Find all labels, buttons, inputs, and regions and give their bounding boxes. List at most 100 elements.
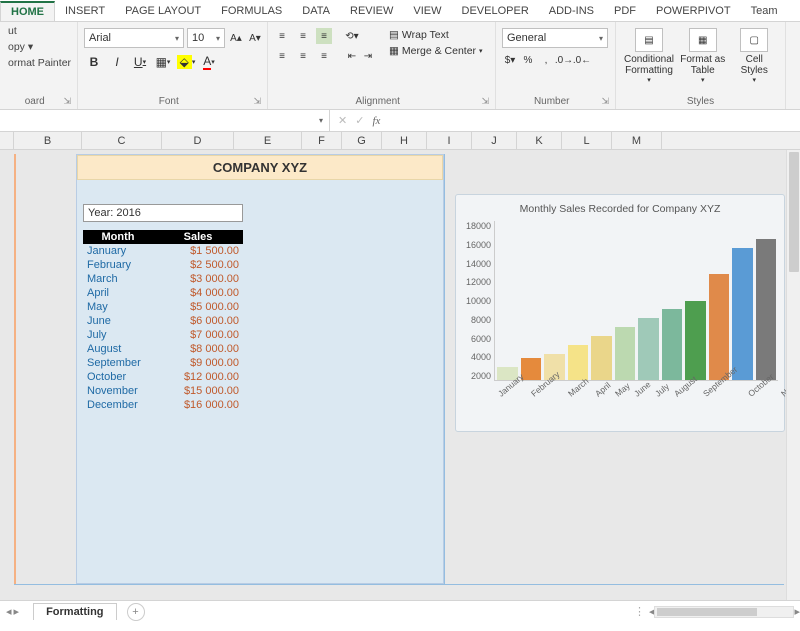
percent-format-icon[interactable]: %	[520, 52, 536, 68]
year-cell[interactable]: Year: 2016	[83, 204, 243, 222]
increase-indent-icon[interactable]: ⇥	[360, 48, 376, 64]
format-painter-button[interactable]: ormat Painter	[6, 56, 73, 70]
column-header-J[interactable]: J	[472, 132, 517, 149]
month-cell[interactable]: February	[83, 258, 153, 272]
column-header-H[interactable]: H	[382, 132, 427, 149]
ribbon-tab-home[interactable]: HOME	[0, 1, 55, 21]
sales-cell[interactable]: $15 000.00	[153, 384, 243, 398]
sales-cell[interactable]: $8 000.00	[153, 342, 243, 356]
vertical-scrollbar[interactable]	[786, 150, 800, 600]
font-size-combo[interactable]: 10▾	[187, 28, 225, 48]
column-header-D[interactable]: D	[162, 132, 234, 149]
sheet-tab-formatting[interactable]: Formatting	[33, 603, 116, 620]
month-cell[interactable]: July	[83, 328, 153, 342]
column-header-L[interactable]: L	[562, 132, 612, 149]
table-row[interactable]: May$5 000.00	[83, 300, 243, 314]
month-cell[interactable]: January	[83, 244, 153, 258]
sales-cell[interactable]: $12 000.00	[153, 370, 243, 384]
month-cell[interactable]: April	[83, 286, 153, 300]
table-row[interactable]: December$16 000.00	[83, 398, 243, 412]
month-cell[interactable]: March	[83, 272, 153, 286]
new-sheet-button[interactable]: +	[127, 603, 145, 621]
font-name-combo[interactable]: Arial▾	[84, 28, 184, 48]
chart[interactable]: Monthly Sales Recorded for Company XYZ 1…	[455, 194, 785, 432]
ribbon-tab-developer[interactable]: DEVELOPER	[452, 2, 539, 20]
enter-formula-icon[interactable]: ✓	[355, 114, 364, 127]
sales-cell[interactable]: $6 000.00	[153, 314, 243, 328]
conditional-formatting-button[interactable]: ▤ Conditional Formatting▾	[622, 26, 676, 86]
table-row[interactable]: July$7 000.00	[83, 328, 243, 342]
font-launcher-icon[interactable]: ⇲	[253, 96, 261, 107]
fill-color-button[interactable]: ⬙▾	[176, 52, 196, 72]
ribbon-tab-review[interactable]: REVIEW	[340, 2, 403, 20]
number-format-combo[interactable]: General▾	[502, 28, 608, 48]
ribbon-tab-powerpivot[interactable]: POWERPIVOT	[646, 2, 741, 20]
month-cell[interactable]: September	[83, 356, 153, 370]
column-header-K[interactable]: K	[517, 132, 562, 149]
format-as-table-button[interactable]: ▦ Format as Table▾	[678, 26, 728, 86]
clipboard-launcher-icon[interactable]: ⇲	[63, 96, 71, 107]
fx-icon[interactable]: fx	[372, 115, 380, 127]
chart-bar[interactable]	[615, 327, 636, 380]
chart-bar[interactable]	[568, 345, 589, 380]
ribbon-tab-team[interactable]: Team	[741, 2, 788, 20]
align-left-icon[interactable]: ≡	[274, 48, 290, 64]
horizontal-scrollbar[interactable]	[654, 606, 794, 618]
align-bottom-icon[interactable]: ≡	[316, 28, 332, 44]
decrease-decimal-icon[interactable]: .0←	[574, 52, 590, 68]
number-launcher-icon[interactable]: ⇲	[601, 96, 609, 107]
align-right-icon[interactable]: ≡	[316, 48, 332, 64]
column-header-I[interactable]: I	[427, 132, 472, 149]
sales-cell[interactable]: $9 000.00	[153, 356, 243, 370]
bold-button[interactable]: B	[84, 52, 104, 72]
month-cell[interactable]: August	[83, 342, 153, 356]
comma-format-icon[interactable]: ,	[538, 52, 554, 68]
table-row[interactable]: January$1 500.00	[83, 244, 243, 258]
table-row[interactable]: March$3 000.00	[83, 272, 243, 286]
ribbon-tab-add-ins[interactable]: ADD-INS	[539, 2, 604, 20]
tab-split-icon[interactable]: ⋮	[634, 605, 645, 618]
month-cell[interactable]: June	[83, 314, 153, 328]
ribbon-tab-insert[interactable]: INSERT	[55, 2, 115, 20]
column-header-B[interactable]: B	[14, 132, 82, 149]
column-header-C[interactable]: C	[82, 132, 162, 149]
chart-bar[interactable]	[591, 336, 612, 380]
cell-styles-button[interactable]: ▢ Cell Styles▾	[730, 26, 780, 86]
borders-button[interactable]: ▦▾	[153, 52, 173, 72]
wrap-text-button[interactable]: ▤Wrap Text	[386, 28, 486, 42]
font-color-button[interactable]: A▾	[199, 52, 219, 72]
sales-cell[interactable]: $1 500.00	[153, 244, 243, 258]
orientation-icon[interactable]: ⟲▾	[344, 28, 360, 44]
sales-cell[interactable]: $4 000.00	[153, 286, 243, 300]
table-row[interactable]: September$9 000.00	[83, 356, 243, 370]
column-header-E[interactable]: E	[234, 132, 302, 149]
table-row[interactable]: October$12 000.00	[83, 370, 243, 384]
table-row[interactable]: June$6 000.00	[83, 314, 243, 328]
month-cell[interactable]: October	[83, 370, 153, 384]
chart-bar[interactable]	[685, 301, 706, 381]
month-cell[interactable]: December	[83, 398, 153, 412]
column-header-F[interactable]: F	[302, 132, 342, 149]
align-center-icon[interactable]: ≡	[295, 48, 311, 64]
merge-center-button[interactable]: ▦Merge & Center ▾	[386, 44, 486, 58]
table-row[interactable]: August$8 000.00	[83, 342, 243, 356]
table-row[interactable]: November$15 000.00	[83, 384, 243, 398]
align-middle-icon[interactable]: ≡	[295, 28, 311, 44]
align-top-icon[interactable]: ≡	[274, 28, 290, 44]
chart-bar[interactable]	[756, 239, 777, 380]
ribbon-tab-page-layout[interactable]: PAGE LAYOUT	[115, 2, 211, 20]
increase-decimal-icon[interactable]: .0→	[556, 52, 572, 68]
column-header-G[interactable]: G	[342, 132, 382, 149]
increase-font-icon[interactable]: A▴	[228, 30, 244, 46]
cancel-formula-icon[interactable]: ✕	[338, 114, 347, 127]
alignment-launcher-icon[interactable]: ⇲	[481, 96, 489, 107]
table-row[interactable]: February$2 500.00	[83, 258, 243, 272]
sales-cell[interactable]: $3 000.00	[153, 272, 243, 286]
italic-button[interactable]: I	[107, 52, 127, 72]
ribbon-tab-pdf[interactable]: PDF	[604, 2, 646, 20]
sheet-nav[interactable]: ◂▸	[0, 605, 25, 618]
sales-cell[interactable]: $5 000.00	[153, 300, 243, 314]
copy-button[interactable]: opy ▾	[6, 40, 73, 54]
ribbon-tab-view[interactable]: VIEW	[403, 2, 451, 20]
month-cell[interactable]: May	[83, 300, 153, 314]
